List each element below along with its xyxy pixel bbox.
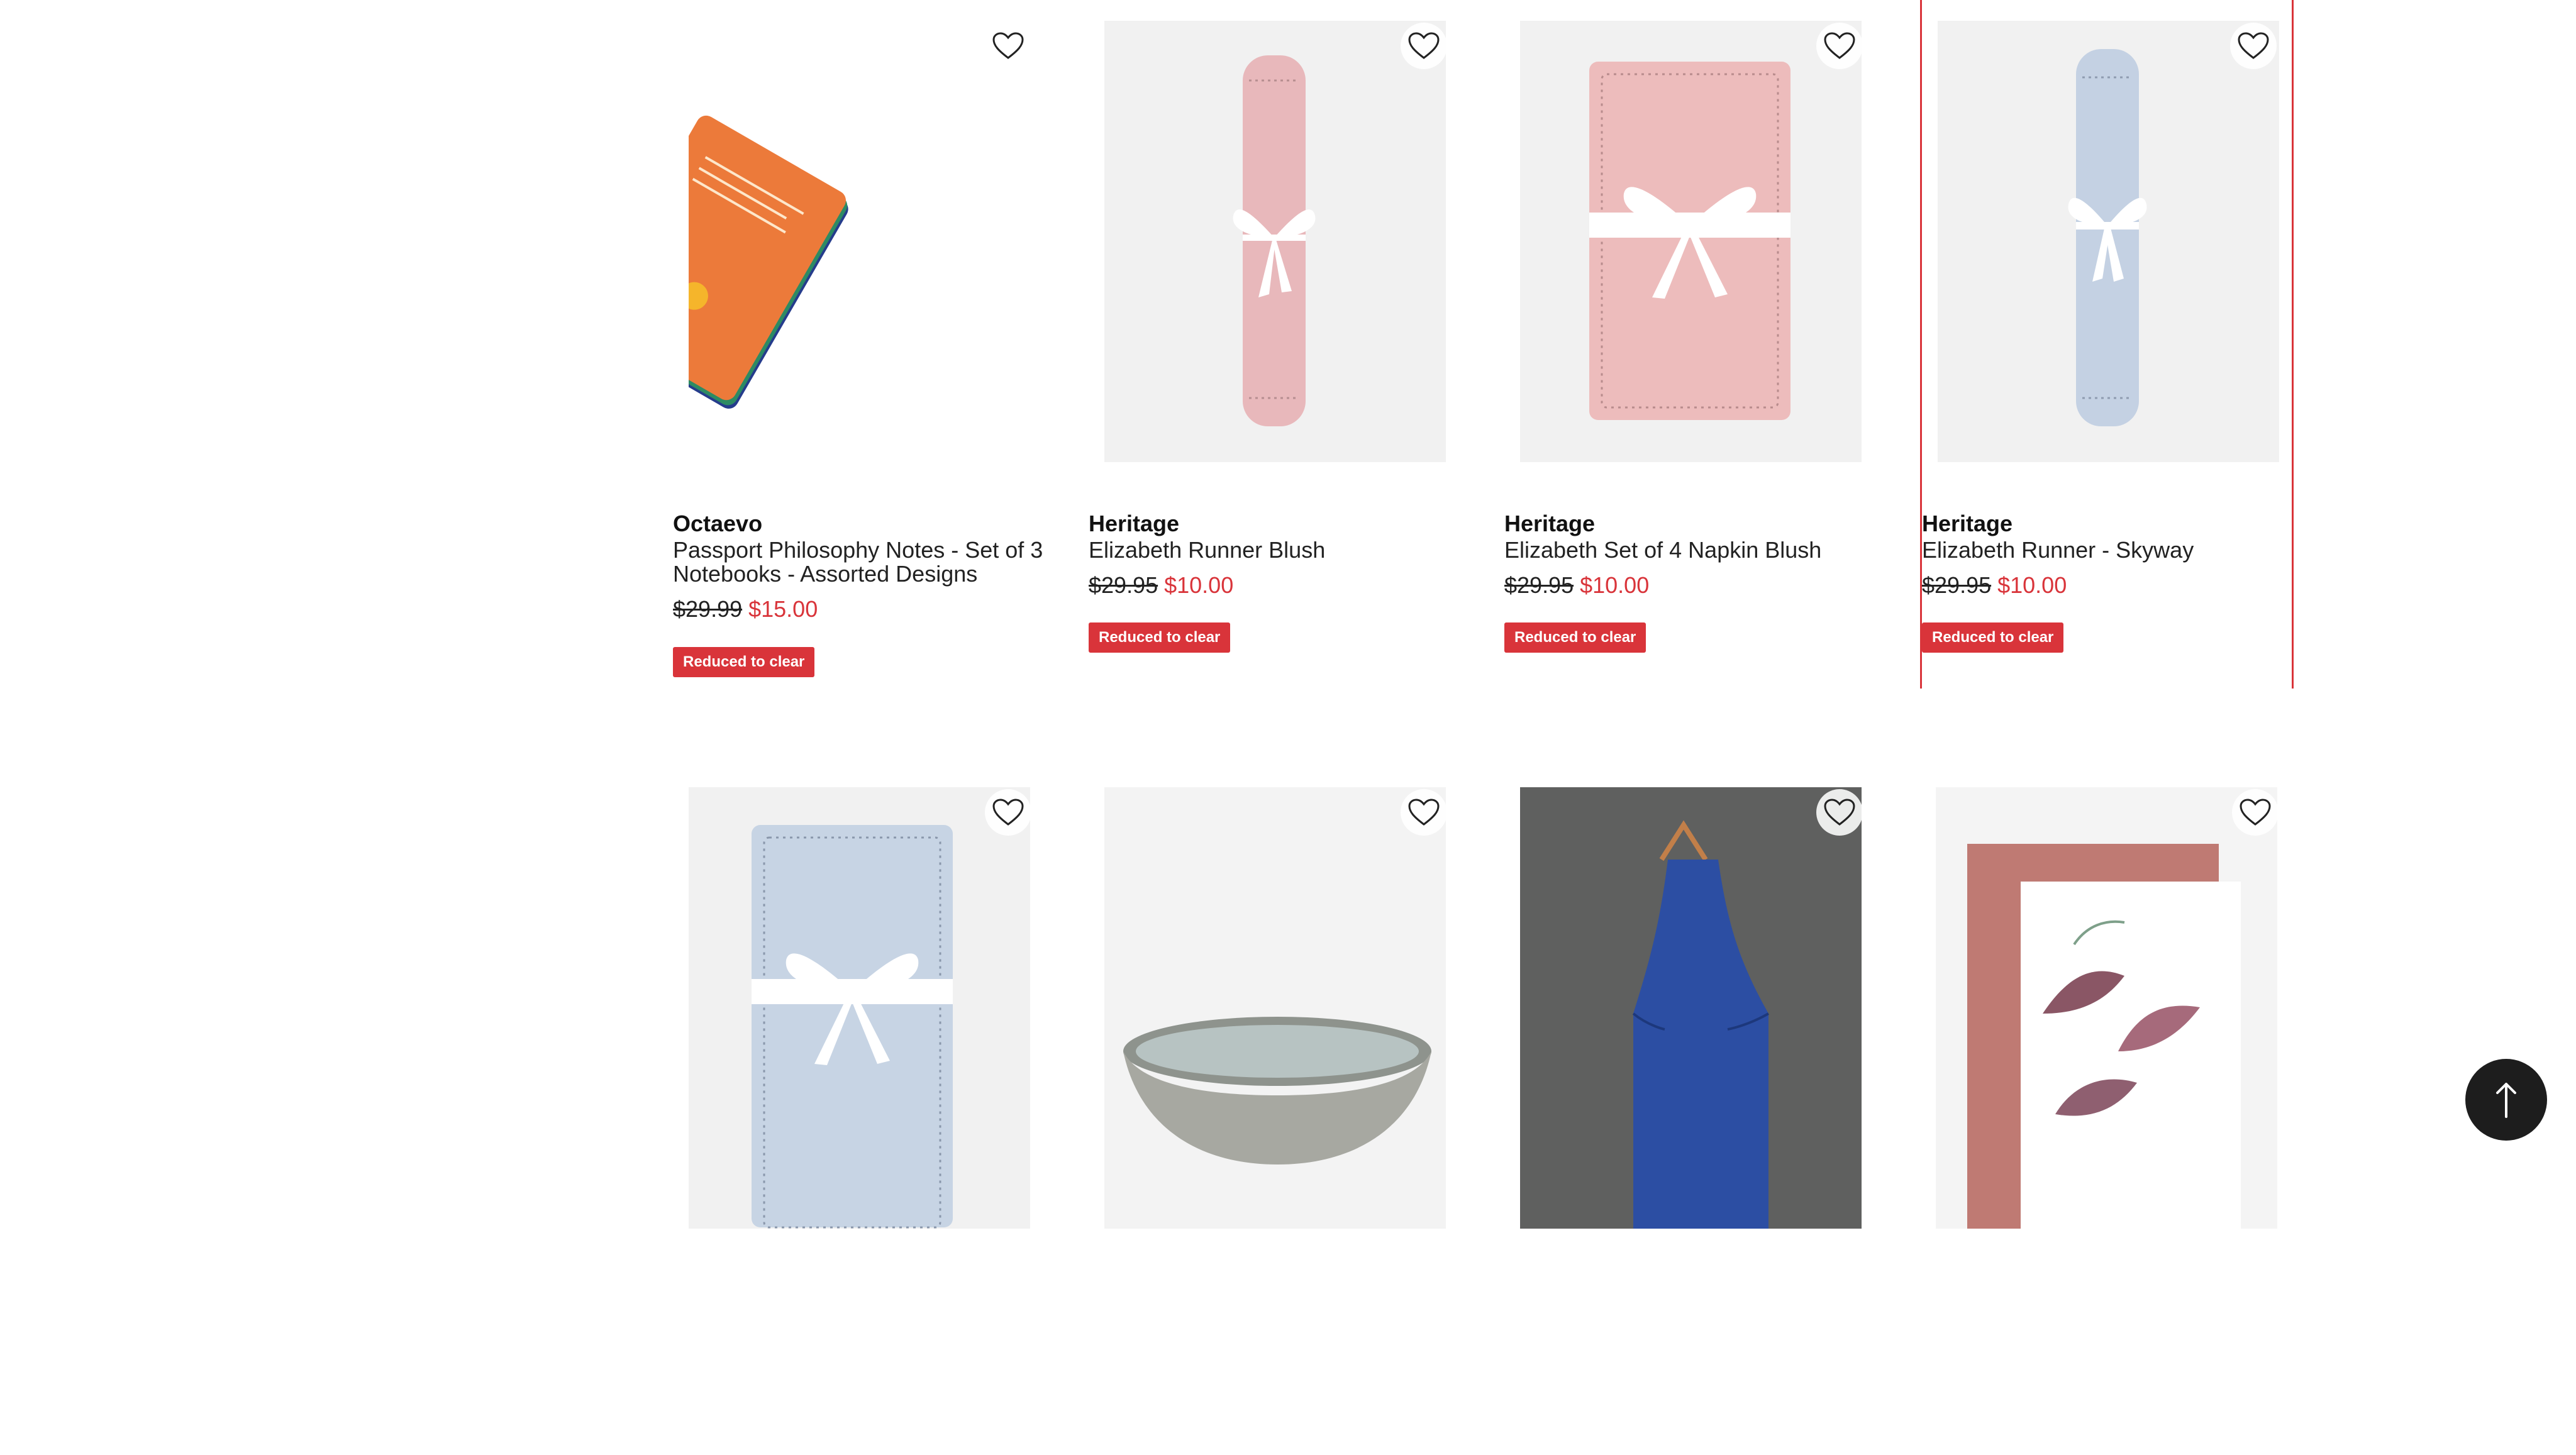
price-sale: $10.00 <box>1164 572 1234 598</box>
wishlist-heart-icon[interactable] <box>985 23 1031 69</box>
product-card[interactable] <box>1920 766 2294 1455</box>
product-card[interactable]: Heritage Elizabeth Set of 4 Napkin Blush… <box>1504 0 1878 689</box>
sale-badge: Reduced to clear <box>1089 622 1231 653</box>
product-card[interactable] <box>673 766 1046 1455</box>
wishlist-heart-icon[interactable] <box>1401 789 1447 836</box>
product-title[interactable]: Elizabeth Runner - Skyway <box>1922 538 2293 562</box>
product-title[interactable]: Elizabeth Set of 4 Napkin Blush <box>1504 538 1875 562</box>
sale-badge: Reduced to clear <box>673 647 815 677</box>
product-image[interactable] <box>1936 787 2277 1229</box>
price-original: $29.95 <box>1089 572 1158 598</box>
product-price: $29.99 $15.00 <box>673 596 818 622</box>
napkin-image <box>689 787 1030 1229</box>
wishlist-heart-icon[interactable] <box>1816 789 1863 836</box>
back-to-top-button[interactable] <box>2465 1059 2547 1141</box>
notebook-image <box>689 21 1030 462</box>
sale-badge: Reduced to clear <box>1504 622 1646 653</box>
napkin-image <box>1520 21 1862 462</box>
bowl-image <box>1104 787 1446 1229</box>
product-title[interactable]: Elizabeth Runner Blush <box>1089 538 1460 562</box>
wishlist-heart-icon[interactable] <box>2230 23 2277 69</box>
wishlist-heart-icon[interactable] <box>1816 23 1863 69</box>
product-brand[interactable]: Heritage <box>1089 511 1179 537</box>
price-original: $29.95 <box>1922 572 1992 598</box>
product-image[interactable] <box>689 787 1030 1229</box>
price-original: $29.95 <box>1504 572 1574 598</box>
product-image[interactable] <box>689 21 1030 462</box>
product-brand[interactable]: Heritage <box>1922 511 2012 537</box>
product-image[interactable] <box>1520 787 1862 1229</box>
sale-badge: Reduced to clear <box>1922 622 2064 653</box>
product-price: $29.95 $10.00 <box>1089 572 1233 599</box>
wishlist-heart-icon[interactable] <box>1401 23 1447 69</box>
product-card[interactable] <box>1089 766 1462 1455</box>
product-card[interactable] <box>1504 766 1878 1455</box>
product-grid: Octaevo Passport Philosophy Notes - Set … <box>673 0 2308 1455</box>
wishlist-heart-icon[interactable] <box>2232 789 2279 836</box>
product-title[interactable]: Passport Philosophy Notes - Set of 3 Not… <box>673 538 1044 586</box>
product-brand[interactable]: Heritage <box>1504 511 1595 537</box>
apron-image <box>1520 787 1862 1229</box>
product-image[interactable] <box>1104 787 1446 1229</box>
wishlist-heart-icon[interactable] <box>985 789 1031 836</box>
price-sale: $10.00 <box>1997 572 2067 598</box>
product-price: $29.95 $10.00 <box>1922 572 2067 599</box>
product-image[interactable] <box>1938 21 2279 462</box>
product-price: $29.95 $10.00 <box>1504 572 1649 599</box>
price-sale: $15.00 <box>748 596 818 622</box>
runner-image <box>1104 21 1446 462</box>
price-sale: $10.00 <box>1580 572 1650 598</box>
tea-towel-image <box>1936 787 2277 1229</box>
product-image[interactable] <box>1520 21 1862 462</box>
product-card[interactable]: Heritage Elizabeth Runner - Skyway $29.9… <box>1920 0 2294 689</box>
product-brand[interactable]: Octaevo <box>673 511 762 537</box>
product-image[interactable] <box>1104 21 1446 462</box>
runner-image <box>1938 21 2279 462</box>
arrow-up-icon <box>2492 1080 2520 1119</box>
product-card[interactable]: Heritage Elizabeth Runner Blush $29.95 $1… <box>1089 0 1462 689</box>
price-original: $29.99 <box>673 596 743 622</box>
product-card[interactable]: Octaevo Passport Philosophy Notes - Set … <box>673 0 1046 689</box>
